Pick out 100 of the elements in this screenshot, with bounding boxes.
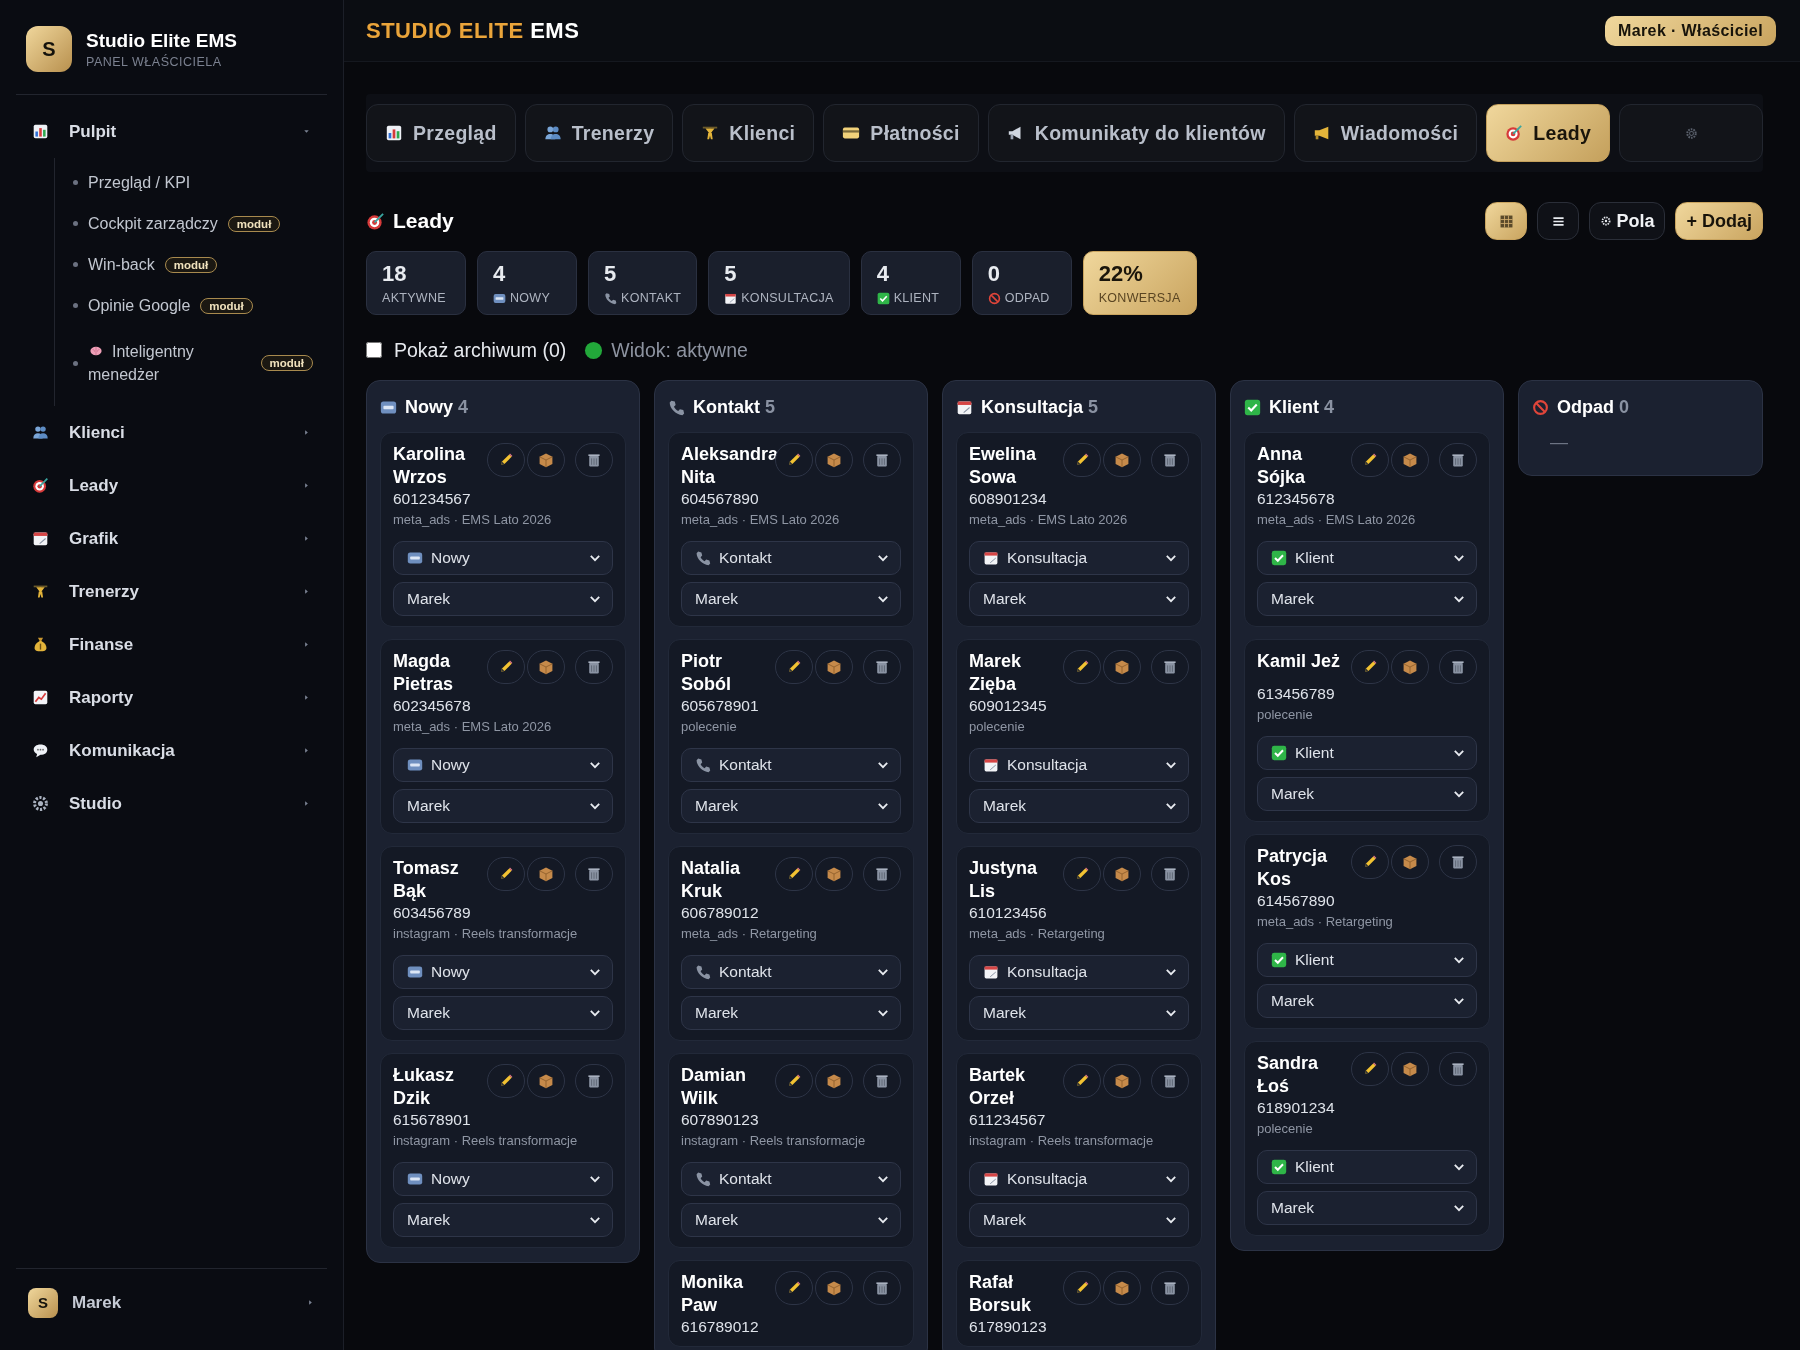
owner-select[interactable]: Marek (393, 582, 613, 616)
nav-item[interactable]: Pulpit (16, 105, 327, 158)
delete-button[interactable] (575, 650, 613, 684)
owner-select[interactable]: Marek (1257, 582, 1477, 616)
edit-button[interactable] (1351, 650, 1389, 684)
edit-button[interactable] (775, 443, 813, 477)
sidebar-link[interactable]: Przegląd / KPI (88, 171, 191, 194)
archive-button[interactable] (815, 857, 853, 891)
owner-select[interactable]: Marek (393, 996, 613, 1030)
sidebar-link[interactable]: Cockpit zarządczy (88, 212, 218, 235)
edit-button[interactable] (1063, 857, 1101, 891)
delete-button[interactable] (1151, 1271, 1189, 1305)
delete-button[interactable] (1439, 650, 1477, 684)
archive-button[interactable] (1103, 443, 1141, 477)
nav-item[interactable]: Raporty (16, 671, 327, 724)
delete-button[interactable] (575, 1064, 613, 1098)
archive-button[interactable] (527, 650, 565, 684)
delete-button[interactable] (1439, 1052, 1477, 1086)
archive-button[interactable] (1103, 1271, 1141, 1305)
edit-button[interactable] (1351, 1052, 1389, 1086)
archive-button[interactable] (1391, 443, 1429, 477)
archive-button[interactable] (815, 650, 853, 684)
status-select[interactable]: Konsultacja (969, 955, 1189, 989)
nav-item[interactable]: Grafik (16, 512, 327, 565)
nav-item[interactable]: Leady (16, 459, 327, 512)
user-badge[interactable]: Marek · Właściciel (1604, 15, 1776, 46)
archive-button[interactable] (1391, 845, 1429, 879)
owner-select[interactable]: Marek (969, 1203, 1189, 1237)
edit-button[interactable] (487, 857, 525, 891)
delete-button[interactable] (863, 1271, 901, 1305)
tab[interactable]: Trenerzy (524, 104, 674, 162)
owner-select[interactable]: Marek (1257, 777, 1477, 811)
status-select[interactable]: Klient (1257, 943, 1477, 977)
fields-button[interactable]: Pola (1589, 202, 1666, 240)
owner-select[interactable]: Marek (681, 1203, 901, 1237)
status-select[interactable]: Kontakt (681, 955, 901, 989)
delete-button[interactable] (1439, 845, 1477, 879)
user-menu[interactable]: S Marek (16, 1268, 327, 1342)
nav-item[interactable]: Studio (16, 777, 327, 830)
owner-select[interactable]: Marek (681, 582, 901, 616)
tab[interactable]: Leady (1486, 104, 1611, 162)
nav-item[interactable]: Komunikacja (16, 724, 327, 777)
owner-select[interactable]: Marek (393, 789, 613, 823)
delete-button[interactable] (1151, 443, 1189, 477)
archive-button[interactable] (815, 1271, 853, 1305)
edit-button[interactable] (1351, 845, 1389, 879)
checkbox-label[interactable]: Pokaż archiwum (0) (394, 338, 567, 362)
sidebar-link[interactable]: Inteligentny menedżer (88, 340, 251, 386)
list-view-button[interactable] (1537, 202, 1580, 240)
delete-button[interactable] (575, 443, 613, 477)
edit-button[interactable] (1351, 443, 1389, 477)
status-select[interactable]: Kontakt (681, 541, 901, 575)
delete-button[interactable] (863, 650, 901, 684)
tab[interactable]: Klienci (682, 104, 815, 162)
archive-button[interactable] (527, 443, 565, 477)
checkbox[interactable] (366, 342, 382, 358)
edit-button[interactable] (1063, 1271, 1101, 1305)
status-select[interactable]: Kontakt (681, 1162, 901, 1196)
status-select[interactable]: Kontakt (681, 748, 901, 782)
archive-button[interactable] (1391, 1052, 1429, 1086)
edit-button[interactable] (775, 650, 813, 684)
nav-item[interactable]: Finanse (16, 618, 327, 671)
add-button[interactable]: + Dodaj (1675, 202, 1763, 240)
status-select[interactable]: Konsultacja (969, 1162, 1189, 1196)
edit-button[interactable] (775, 857, 813, 891)
archive-button[interactable] (815, 443, 853, 477)
delete-button[interactable] (1151, 1064, 1189, 1098)
archive-button[interactable] (1103, 650, 1141, 684)
delete-button[interactable] (1151, 650, 1189, 684)
owner-select[interactable]: Marek (1257, 1191, 1477, 1225)
archive-button[interactable] (527, 857, 565, 891)
edit-button[interactable] (1063, 650, 1101, 684)
tab[interactable]: Wiadomości (1293, 104, 1478, 162)
delete-button[interactable] (863, 857, 901, 891)
owner-select[interactable]: Marek (681, 789, 901, 823)
status-select[interactable]: Nowy (393, 955, 613, 989)
owner-select[interactable]: Marek (969, 789, 1189, 823)
delete-button[interactable] (575, 857, 613, 891)
edit-button[interactable] (775, 1064, 813, 1098)
archive-button[interactable] (1103, 1064, 1141, 1098)
tab[interactable]: Przegląd (366, 104, 516, 162)
status-select[interactable]: Konsultacja (969, 541, 1189, 575)
status-select[interactable]: Konsultacja (969, 748, 1189, 782)
archive-button[interactable] (527, 1064, 565, 1098)
status-select[interactable]: Klient (1257, 1150, 1477, 1184)
owner-select[interactable]: Marek (393, 1203, 613, 1237)
status-select[interactable]: Nowy (393, 1162, 613, 1196)
edit-button[interactable] (775, 1271, 813, 1305)
tab[interactable]: Płatności (823, 104, 979, 162)
edit-button[interactable] (487, 650, 525, 684)
archive-button[interactable] (1391, 650, 1429, 684)
sidebar-link[interactable]: Win-back (88, 253, 155, 276)
owner-select[interactable]: Marek (969, 582, 1189, 616)
edit-button[interactable] (1063, 443, 1101, 477)
status-select[interactable]: Klient (1257, 541, 1477, 575)
grid-view-button[interactable] (1485, 202, 1528, 240)
archive-button[interactable] (815, 1064, 853, 1098)
sidebar-link[interactable]: Opinie Google (88, 294, 191, 317)
status-select[interactable]: Nowy (393, 541, 613, 575)
tab[interactable]: Komunikaty do klientów (987, 104, 1285, 162)
